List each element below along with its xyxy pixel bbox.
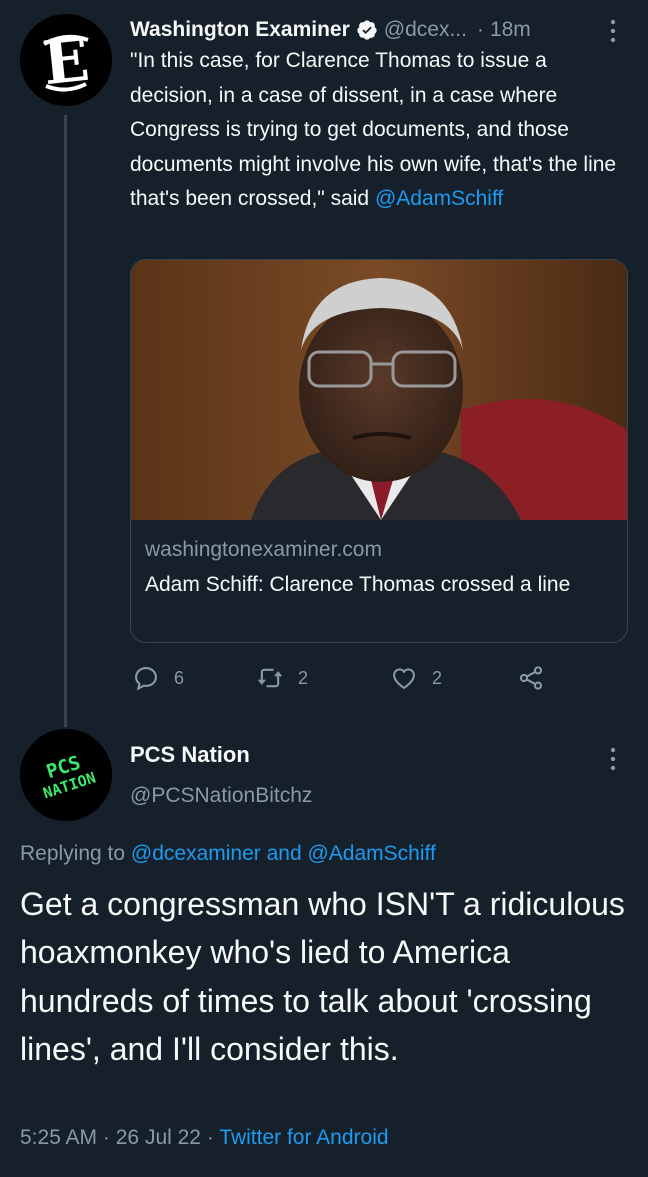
washington-examiner-avatar[interactable]: E: [20, 14, 112, 106]
tweet1-text: "In this case, for Clarence Thomas to is…: [130, 44, 630, 217]
share-button[interactable]: [517, 660, 545, 696]
heart-icon: [393, 668, 415, 690]
more-options-icon[interactable]: [605, 18, 621, 44]
separator-dot: ·: [102, 1126, 110, 1149]
reply-count: 6: [174, 667, 185, 688]
mention-link[interactable]: @AdamSchiff: [375, 187, 503, 210]
pcs-nation-logo-icon: PCS NATION: [20, 729, 112, 821]
card-title: Adam Schiff: Clarence Thomas crossed a l…: [145, 573, 571, 596]
like-count: 2: [432, 667, 443, 688]
like-button[interactable]: 2: [390, 660, 442, 696]
link-card[interactable]: washingtonexaminer.com Adam Schiff: Clar…: [130, 259, 628, 643]
replying-to-mentions[interactable]: @dcexaminer and @AdamSchiff: [131, 842, 436, 865]
card-photo: [131, 260, 627, 520]
reply-icon: [135, 667, 157, 691]
thread-connector-line: [64, 115, 67, 727]
tweet-timestamp[interactable]: 18m: [490, 18, 531, 42]
pcs-nation-avatar[interactable]: PCS NATION: [20, 729, 112, 821]
tweet-meta: 5:25 AM · 26 Jul 22 · Twitter for Androi…: [20, 1126, 389, 1150]
reply-button[interactable]: 6: [132, 660, 184, 696]
author-name[interactable]: PCS Nation: [130, 742, 250, 768]
verified-badge-icon: [357, 20, 377, 40]
tweet-body: "In this case, for Clarence Thomas to is…: [130, 49, 617, 211]
separator-dot: ·: [476, 18, 484, 41]
author-handle[interactable]: @dcex...: [384, 18, 467, 42]
replying-to-line: Replying to @dcexaminer and @AdamSchiff: [20, 842, 436, 866]
share-icon: [519, 666, 543, 690]
separator-dot: ·: [206, 1126, 214, 1149]
tweet-source[interactable]: Twitter for Android: [219, 1126, 388, 1149]
washington-examiner-logo-icon: E: [20, 14, 112, 106]
tweet2-text: Get a congressman who ISN'T a ridiculous…: [20, 886, 625, 1068]
retweet-button[interactable]: 2: [256, 660, 308, 696]
card-domain: washingtonexaminer.com: [145, 538, 382, 561]
author-name[interactable]: Washington Examiner: [130, 18, 350, 42]
tweet1-header: Washington Examiner @dcex... · 18m: [130, 12, 630, 48]
tweet-date[interactable]: 26 Jul 22: [116, 1126, 201, 1149]
retweet-count: 2: [298, 667, 309, 688]
author-handle[interactable]: @PCSNationBitchz: [130, 784, 312, 808]
replying-prefix: Replying to: [20, 842, 126, 865]
retweet-icon: [258, 668, 282, 688]
tweet-time[interactable]: 5:25 AM: [20, 1126, 97, 1149]
more-options-icon[interactable]: [605, 746, 621, 772]
